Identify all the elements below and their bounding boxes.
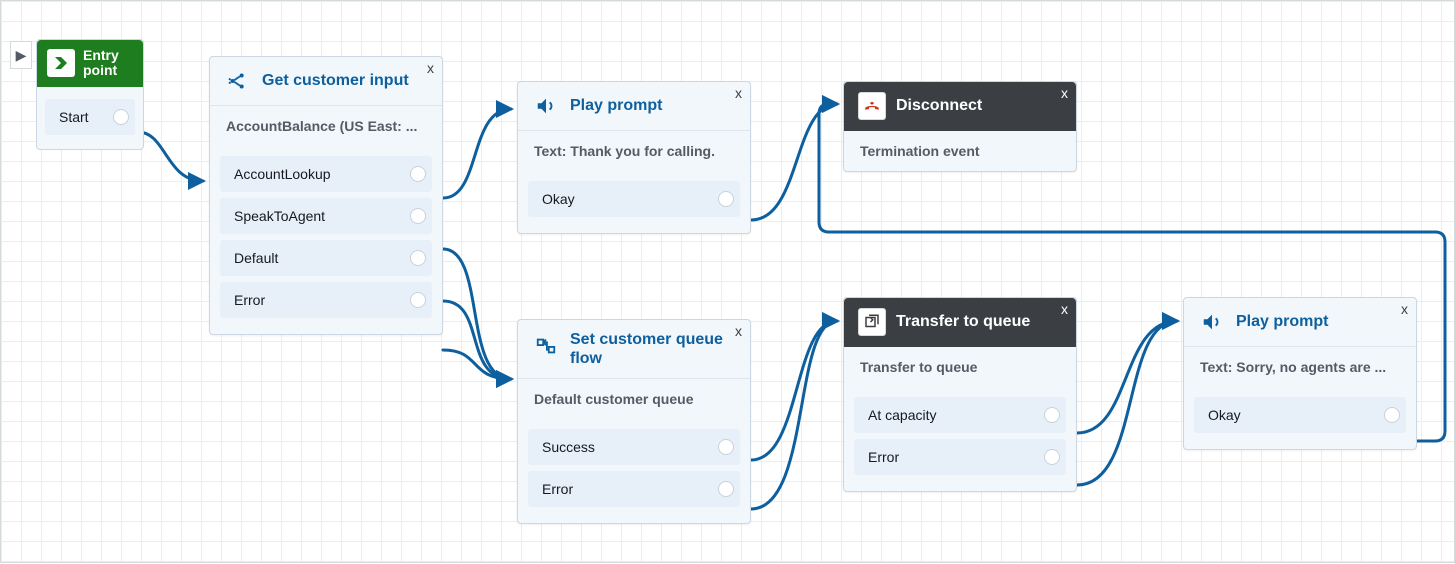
branch-error[interactable]: Error <box>528 471 740 507</box>
node-transfer-to-queue[interactable]: Transfer to queue x Transfer to queue At… <box>843 297 1077 492</box>
node-header: Get customer input x <box>210 57 442 106</box>
close-icon[interactable]: x <box>735 86 742 100</box>
port-icon[interactable] <box>1044 449 1060 465</box>
node-subtitle: Text: Sorry, no agents are ... <box>1184 347 1416 387</box>
node-play-prompt-1[interactable]: Play prompt x Text: Thank you for callin… <box>517 81 751 234</box>
speaker-icon <box>532 92 560 120</box>
port-icon[interactable] <box>410 208 426 224</box>
port-icon[interactable] <box>410 250 426 266</box>
queue-flow-icon <box>532 332 560 360</box>
entry-node[interactable]: Entry point Start <box>36 39 144 150</box>
node-play-prompt-2[interactable]: Play prompt x Text: Sorry, no agents are… <box>1183 297 1417 450</box>
panel-toggle[interactable]: ▶ <box>10 41 32 69</box>
entry-arrow-icon <box>47 49 75 77</box>
node-subtitle: AccountBalance (US East: ... <box>210 106 442 146</box>
branch-at-capacity[interactable]: At capacity <box>854 397 1066 433</box>
node-subtitle: Text: Thank you for calling. <box>518 131 750 171</box>
close-icon[interactable]: x <box>735 324 742 338</box>
port-icon[interactable] <box>113 109 129 125</box>
hangup-icon <box>858 92 886 120</box>
branch-success[interactable]: Success <box>528 429 740 465</box>
branch-okay[interactable]: Okay <box>528 181 740 217</box>
port-icon[interactable] <box>718 481 734 497</box>
node-disconnect[interactable]: Disconnect x Termination event <box>843 81 1077 172</box>
branch-error[interactable]: Error <box>220 282 432 318</box>
node-subtitle: Termination event <box>844 131 1076 171</box>
branch-default[interactable]: Default <box>220 240 432 276</box>
node-header: Set customer queue flow x <box>518 320 750 379</box>
branch-start[interactable]: Start <box>45 99 135 135</box>
port-icon[interactable] <box>410 292 426 308</box>
chevron-right-icon: ▶ <box>16 47 27 64</box>
node-header: Transfer to queue x <box>844 298 1076 347</box>
close-icon[interactable]: x <box>1401 302 1408 316</box>
close-icon[interactable]: x <box>1061 86 1068 100</box>
branch-okay[interactable]: Okay <box>1194 397 1406 433</box>
port-icon[interactable] <box>1384 407 1400 423</box>
queue-icon <box>858 308 886 336</box>
node-set-queue-flow[interactable]: Set customer queue flow x Default custom… <box>517 319 751 524</box>
branch-speak-to-agent[interactable]: SpeakToAgent <box>220 198 432 234</box>
port-icon[interactable] <box>718 439 734 455</box>
port-icon[interactable] <box>718 191 734 207</box>
close-icon[interactable]: x <box>1061 302 1068 316</box>
node-header: Play prompt x <box>518 82 750 131</box>
port-icon[interactable] <box>1044 407 1060 423</box>
branch-error[interactable]: Error <box>854 439 1066 475</box>
branch-account-lookup[interactable]: AccountLookup <box>220 156 432 192</box>
node-subtitle: Default customer queue <box>518 379 750 419</box>
port-icon[interactable] <box>410 166 426 182</box>
node-header: Play prompt x <box>1184 298 1416 347</box>
entry-title: Entry point <box>83 48 133 79</box>
node-subtitle: Transfer to queue <box>844 347 1076 387</box>
share-icon <box>224 67 252 95</box>
entry-header: Entry point <box>37 40 143 87</box>
speaker-icon <box>1198 308 1226 336</box>
close-icon[interactable]: x <box>427 61 434 75</box>
node-get-customer-input[interactable]: Get customer input x AccountBalance (US … <box>209 56 443 335</box>
node-header: Disconnect x <box>844 82 1076 131</box>
